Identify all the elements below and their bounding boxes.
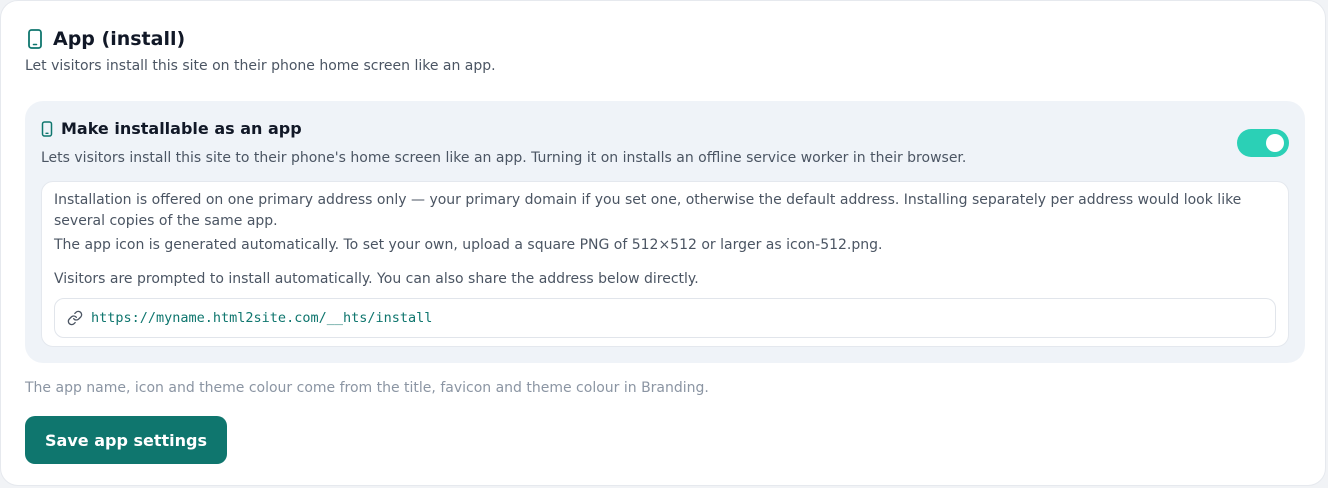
- info-prompt: Visitors are prompted to install automat…: [54, 271, 699, 287]
- panel-description: Lets visitors install this site to their…: [41, 150, 967, 166]
- section-subtitle: Let visitors install this site on their …: [25, 58, 496, 74]
- phone-icon: [41, 120, 55, 138]
- app-install-card: App (install) Let visitors install this …: [0, 0, 1326, 486]
- branding-footnote: The app name, icon and theme colour come…: [25, 380, 709, 396]
- section-title: App (install): [53, 28, 186, 50]
- install-url-field[interactable]: https://myname.html2site.com/__hts/insta…: [54, 298, 1276, 338]
- phone-icon: [25, 28, 45, 50]
- installable-panel: Make installable as an app Lets visitors…: [25, 101, 1305, 363]
- install-url[interactable]: https://myname.html2site.com/__hts/insta…: [91, 310, 432, 326]
- save-app-settings-button[interactable]: Save app settings: [25, 416, 227, 464]
- info-app-icon: The app icon is generated automatically.…: [54, 237, 883, 253]
- panel-header: Make installable as an app: [41, 119, 302, 139]
- section-header: App (install): [25, 27, 185, 51]
- link-icon: [67, 310, 83, 326]
- installable-toggle[interactable]: [1237, 129, 1289, 157]
- panel-title: Make installable as an app: [61, 119, 302, 138]
- info-box: Installation is offered on one primary a…: [41, 181, 1289, 347]
- info-primary-address: Installation is offered on one primary a…: [54, 192, 1242, 229]
- toggle-knob: [1266, 134, 1284, 152]
